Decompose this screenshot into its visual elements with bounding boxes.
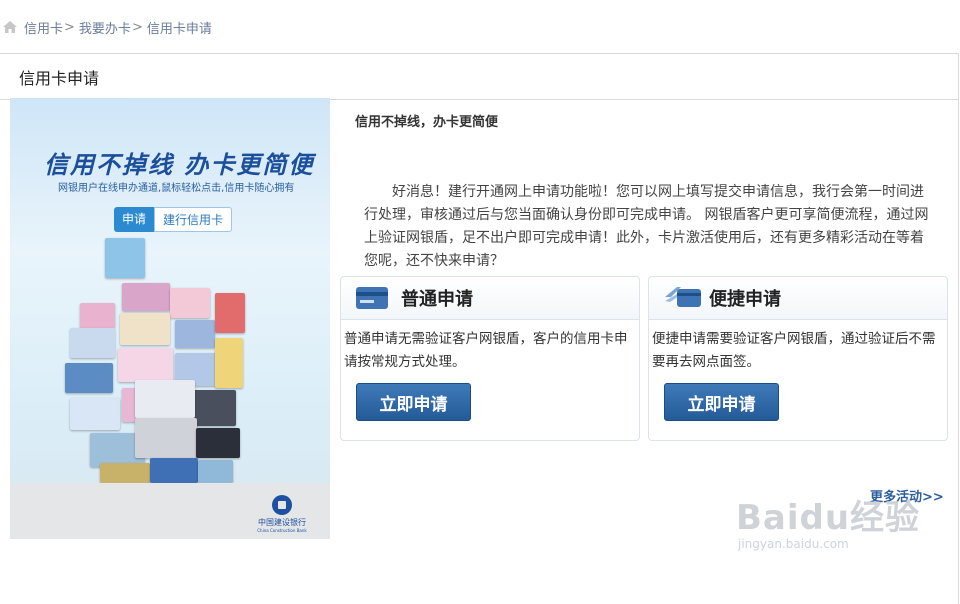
normal-apply-header: 普通申请 <box>341 277 639 320</box>
breadcrumb-item-current[interactable]: 信用卡申请 <box>147 18 212 37</box>
panel-title: 信用卡申请 <box>0 54 958 100</box>
breadcrumb-separator: > <box>131 19 143 35</box>
intro-text: 好消息！建行开通网上申请功能啦！您可以网上填写提交申请信息，我行会第一时间进行处… <box>364 184 929 269</box>
fast-card-icon <box>663 285 701 311</box>
watermark-url: jingyan.baidu.com <box>738 537 849 551</box>
banner-tag-apply: 申请 <box>114 207 155 232</box>
quick-apply-desc: 便捷申请需要验证客户网银盾，通过验证后不需要再去网点面签。 <box>652 331 936 370</box>
normal-apply-desc: 普通申请无需验证客户网银盾，客户的信用卡申请按常规方式处理。 <box>344 331 628 370</box>
banner-subtitle: 网银用户在线申办通道,鼠标轻松点击,信用卡随心拥有 <box>58 183 295 194</box>
banner-title: 信用不掉线 办卡更简便 <box>44 151 315 179</box>
normal-apply-title: 普通申请 <box>401 289 473 310</box>
watermark: Baidu经验 jingyan.baidu.com <box>736 490 920 551</box>
normal-apply-card: 普通申请 普通申请无需验证客户网银盾，客户的信用卡申请按常规方式处理。 立即申请 <box>340 276 640 441</box>
bank-name-cn: 中国建设银行 <box>258 518 306 527</box>
quick-apply-button[interactable]: 立即申请 <box>664 383 779 421</box>
ccb-logo-icon <box>272 495 292 515</box>
slogan: 信用不掉线，办卡更简便 <box>355 115 499 130</box>
breadcrumb: 信用卡 > 我要办卡 > 信用卡申请 <box>0 14 212 40</box>
bank-logo: 中国建设银行 China Construction Bank <box>254 495 310 535</box>
card-icon <box>355 285 389 311</box>
normal-apply-button[interactable]: 立即申请 <box>356 383 471 421</box>
quick-apply-card: 便捷申请 便捷申请需要验证客户网银盾，通过验证后不需要再去网点面签。 立即申请 <box>648 276 948 441</box>
breadcrumb-separator: > <box>64 19 75 35</box>
banner-tag-card: 建行信用卡 <box>154 207 233 232</box>
quick-apply-title: 便捷申请 <box>709 289 781 310</box>
home-icon[interactable] <box>2 19 18 35</box>
bank-name-en: China Construction Bank <box>257 528 307 533</box>
watermark-logo: Baidu经验 <box>736 498 921 538</box>
breadcrumb-item-credit-card[interactable]: 信用卡 <box>24 18 63 37</box>
banner-tag: 申请 建行信用卡 <box>114 207 233 232</box>
quick-apply-header: 便捷申请 <box>649 277 947 320</box>
banner-footer: 中国建设银行 China Construction Bank <box>10 483 330 539</box>
breadcrumb-item-apply[interactable]: 我要办卡 <box>79 18 131 37</box>
promo-banner[interactable]: 信用不掉线 办卡更简便 网银用户在线申办通道,鼠标轻松点击,信用卡随心拥有 申请… <box>10 98 330 539</box>
